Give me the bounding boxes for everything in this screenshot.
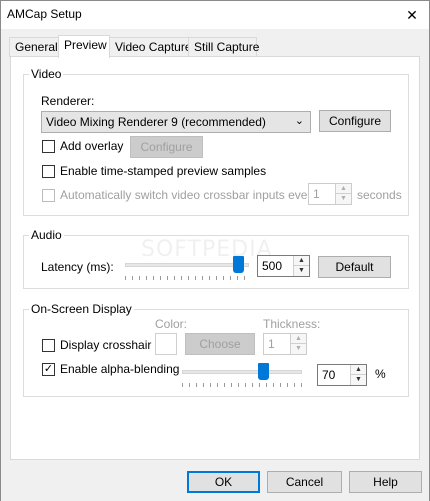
choose-color-button[interactable]: Choose — [185, 333, 255, 355]
auto-switch-label: Automatically switch video crossbar inpu… — [60, 188, 321, 202]
timestamp-label: Enable time-stamped preview samples — [60, 164, 267, 178]
tab-still-capture[interactable]: Still Capture — [188, 37, 259, 57]
latency-spin-arrows: ▲ ▼ — [293, 256, 309, 276]
crosshair-color-swatch — [155, 333, 177, 355]
alpha-spin-arrows: ▲ ▼ — [350, 365, 366, 385]
latency-label: Latency (ms): — [41, 260, 114, 274]
add-overlay-checkbox[interactable] — [42, 140, 55, 153]
close-icon[interactable]: ✕ — [395, 1, 429, 29]
cancel-button[interactable]: Cancel — [267, 471, 342, 493]
alpha-slider-thumb[interactable] — [258, 363, 269, 380]
title-bar: AMCap Setup ✕ — [1, 1, 429, 29]
latency-slider-thumb[interactable] — [233, 256, 244, 273]
preview-tab-panel: SOFTPEDIA Video Renderer: Video Mixing R… — [10, 56, 420, 460]
tab-preview[interactable]: Preview — [58, 35, 110, 58]
crosshair-checkbox[interactable] — [42, 339, 55, 352]
alpha-slider[interactable] — [182, 363, 302, 387]
audio-group-title: Audio — [29, 228, 64, 242]
seconds-unit-label: seconds — [357, 188, 402, 202]
audio-group: Audio Latency (ms): 500 ▲ ▼ Default — [23, 228, 409, 289]
spin-up-icon[interactable]: ▲ — [336, 184, 351, 194]
latency-spinner[interactable]: 500 ▲ ▼ — [257, 255, 310, 277]
spin-down-icon[interactable]: ▼ — [291, 344, 306, 354]
thickness-value: 1 — [268, 337, 275, 351]
alpha-slider-track — [182, 370, 302, 374]
amcap-setup-dialog: AMCap Setup ✕ General Preview Video Capt… — [0, 0, 430, 501]
spin-down-icon[interactable]: ▼ — [336, 194, 351, 204]
latency-slider-track — [125, 263, 249, 267]
thickness-spinner[interactable]: 1 ▲ ▼ — [263, 333, 307, 355]
color-label: Color: — [155, 317, 188, 331]
seconds-spinner[interactable]: 1 ▲ ▼ — [308, 183, 352, 205]
latency-slider-ticks — [125, 276, 249, 280]
osd-group-title: On-Screen Display — [29, 302, 134, 316]
osd-group: On-Screen Display Color: Thickness: Disp… — [23, 302, 409, 397]
spin-up-icon[interactable]: ▲ — [294, 256, 309, 266]
spin-up-icon[interactable]: ▲ — [291, 334, 306, 344]
thickness-label: Thickness: — [263, 317, 321, 331]
latency-value: 500 — [262, 259, 283, 273]
alpha-slider-ticks — [182, 383, 302, 387]
video-group: Video Renderer: Video Mixing Renderer 9 … — [23, 67, 409, 216]
checkmark-icon: ✓ — [43, 363, 54, 375]
seconds-value: 1 — [313, 187, 320, 201]
crosshair-label: Display crosshair — [60, 338, 152, 352]
alpha-blending-checkbox[interactable]: ✓ — [42, 363, 55, 376]
chevron-down-icon: ⌄ — [294, 115, 304, 127]
help-button[interactable]: Help — [349, 471, 422, 493]
latency-default-button[interactable]: Default — [318, 256, 391, 278]
tab-general[interactable]: General — [9, 37, 59, 57]
alpha-blending-label: Enable alpha-blending — [60, 362, 180, 376]
renderer-label: Renderer: — [41, 94, 95, 108]
dialog-footer: OK Cancel Help — [1, 461, 429, 501]
alpha-unit-label: % — [375, 367, 386, 381]
spin-down-icon[interactable]: ▼ — [294, 266, 309, 276]
tab-video-capture[interactable]: Video Capture — [109, 37, 192, 57]
renderer-select-value: Video Mixing Renderer 9 (recommended) — [46, 115, 266, 129]
window-title: AMCap Setup — [7, 7, 82, 21]
renderer-select[interactable]: Video Mixing Renderer 9 (recommended) ⌄ — [41, 111, 311, 133]
latency-slider[interactable] — [125, 256, 249, 280]
timestamp-checkbox[interactable] — [42, 165, 55, 178]
overlay-configure-button[interactable]: Configure — [130, 136, 203, 158]
alpha-spinner[interactable]: 70 ▲ ▼ — [317, 364, 367, 386]
video-group-title: Video — [29, 67, 64, 81]
spin-down-icon[interactable]: ▼ — [351, 375, 366, 385]
renderer-configure-button[interactable]: Configure — [319, 110, 391, 132]
thickness-spin-arrows: ▲ ▼ — [290, 334, 306, 354]
auto-switch-checkbox[interactable] — [42, 189, 55, 202]
add-overlay-label: Add overlay — [60, 139, 124, 153]
spin-up-icon[interactable]: ▲ — [351, 365, 366, 375]
alpha-value: 70 — [322, 368, 336, 382]
ok-button[interactable]: OK — [187, 471, 260, 493]
seconds-spin-arrows: ▲ ▼ — [335, 184, 351, 204]
